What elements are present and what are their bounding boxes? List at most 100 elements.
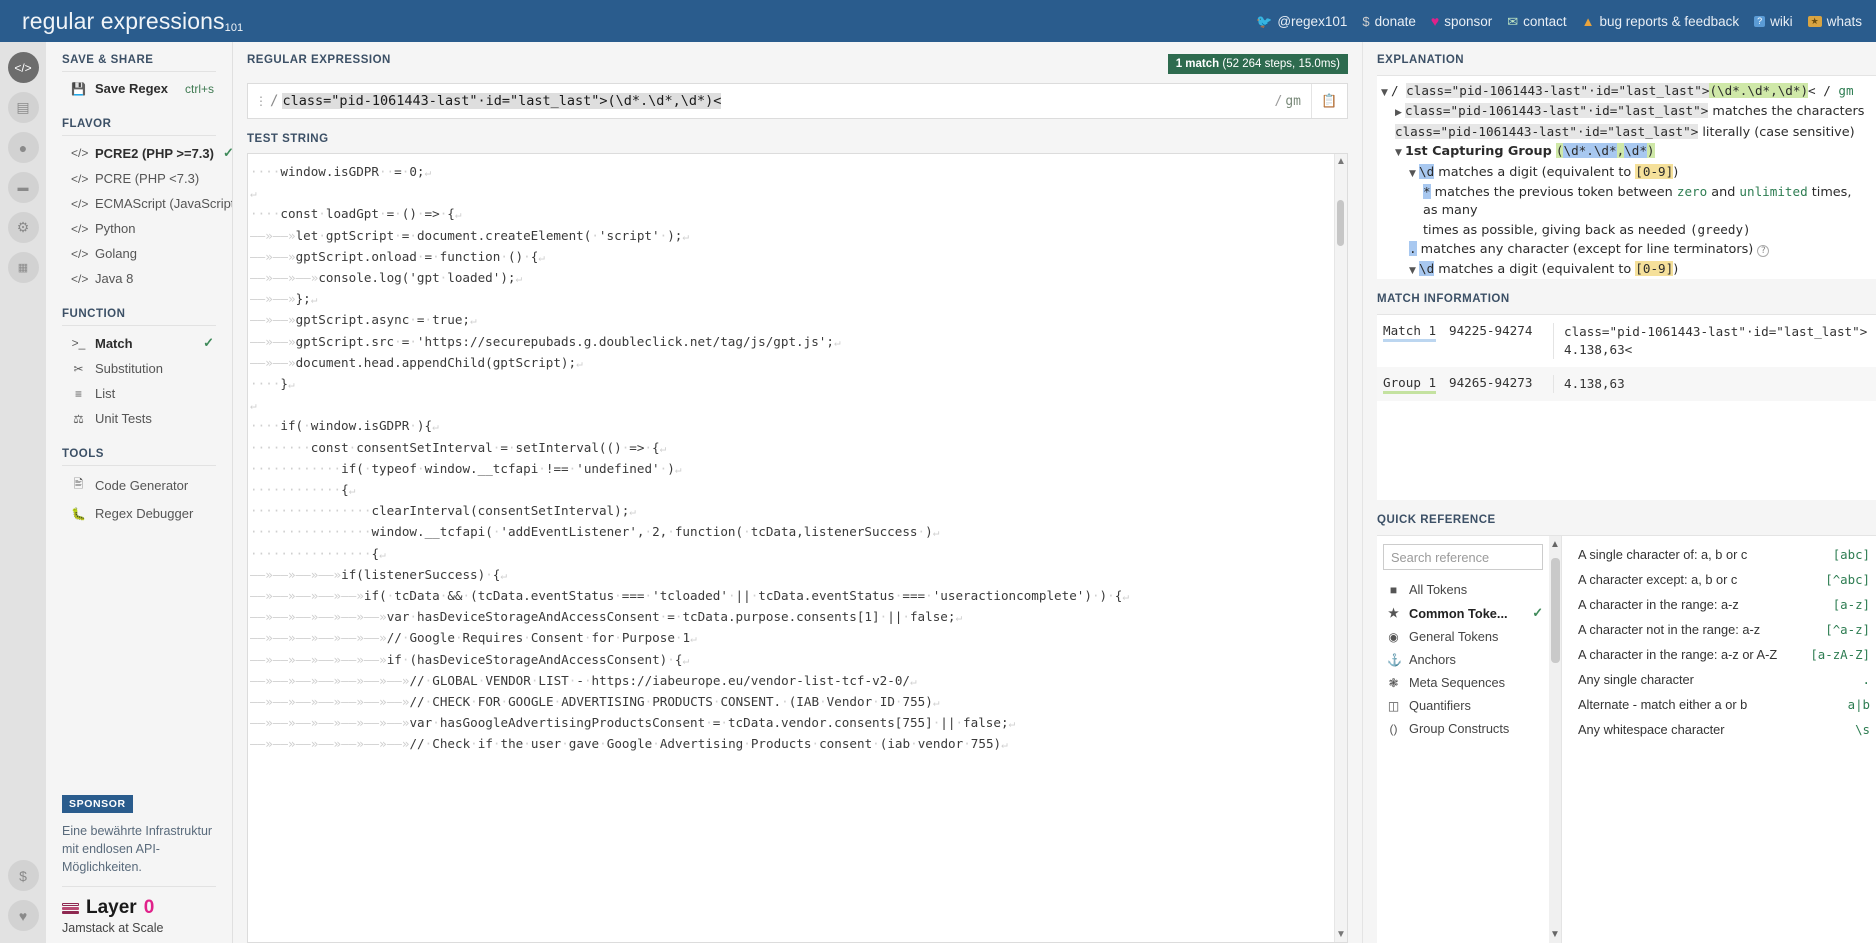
sponsor-logo[interactable]: Layer0: [62, 897, 216, 919]
regex-input-box[interactable]: ⋮ / class="pid-1061443-last"·id="last_la…: [247, 83, 1348, 119]
match-row-tag: Match 1: [1377, 323, 1449, 338]
code-line: ——»——»document.head.appendChild(gptScrip…: [250, 353, 1324, 374]
nav-whatsnew[interactable]: ★whats: [1808, 14, 1862, 29]
list-item[interactable]: A character not in the range: a-z[^a-z]: [1562, 617, 1876, 642]
scroll-down-icon[interactable]: ▼: [1336, 929, 1346, 940]
explanation-root-line: ▼/ class="pid-1061443-last"·id="last_las…: [1381, 82, 1868, 102]
explanation-digit-line-1: ▼\d matches a digit (equivalent to [0-9]…: [1381, 163, 1868, 183]
game-icon[interactable]: ▬: [8, 172, 39, 203]
code-icon: </>: [71, 172, 86, 186]
match-information-content[interactable]: Match 1 94225-94274 class="pid-1061443-l…: [1377, 314, 1876, 500]
qr-category-common-tokens[interactable]: ★Common Toke...✓: [1377, 601, 1549, 625]
nav-donate[interactable]: $donate: [1362, 14, 1416, 29]
drag-handle-icon[interactable]: ⋮: [248, 84, 270, 118]
nav-links: 🐦@regex101 $donate ♥sponsor ✉contact ▲bu…: [1256, 14, 1862, 29]
scroll-down-icon[interactable]: ▼: [1550, 929, 1560, 940]
nav-contact[interactable]: ✉contact: [1507, 14, 1566, 29]
copy-icon[interactable]: 📋: [1311, 84, 1347, 118]
qr-entry-token: a|b: [1848, 697, 1870, 712]
table-row[interactable]: Group 1 94265-94273 4.138,63: [1377, 367, 1876, 401]
flavor-golang[interactable]: </> Golang: [62, 241, 216, 266]
scroll-up-icon[interactable]: ▲: [1550, 539, 1560, 550]
test-string-scrollbar[interactable]: ▲ ▼: [1334, 154, 1347, 942]
anchor-icon: ⚓: [1387, 653, 1400, 667]
nav-twitter[interactable]: 🐦@regex101: [1256, 14, 1347, 29]
chevron-down-icon[interactable]: ▼: [1395, 144, 1405, 162]
regex-flags[interactable]: / gm: [1265, 84, 1311, 118]
nav-wiki-label: wiki: [1770, 14, 1793, 29]
chevron-down-icon[interactable]: ▼: [1409, 262, 1419, 279]
list-item[interactable]: A single character of: a, b or c[abc]: [1562, 542, 1876, 567]
bug-icon: 🐛: [71, 507, 86, 521]
code-icon[interactable]: </>: [8, 52, 39, 83]
search-input[interactable]: [1383, 544, 1543, 570]
help-icon[interactable]: ?: [1757, 245, 1769, 257]
settings-icon[interactable]: ⚙: [8, 212, 39, 243]
regex-input[interactable]: class="pid-1061443-last"·id="last_last">…: [282, 84, 1264, 118]
function-list[interactable]: ≡ List: [62, 381, 216, 406]
qr-category-general-tokens[interactable]: ◉General Tokens: [1377, 625, 1549, 648]
match-1-label: Match 1: [1383, 323, 1436, 342]
save-share-heading: SAVE & SHARE: [62, 54, 216, 72]
site-logo[interactable]: regular expressions101: [22, 8, 243, 35]
test-string-box[interactable]: ····window.isGDPR··=·0;↵↵····const·loadG…: [247, 153, 1348, 943]
function-unit-tests[interactable]: ⚖ Unit Tests: [62, 406, 216, 431]
chevron-down-icon[interactable]: ▼: [1381, 84, 1391, 102]
flavor-python[interactable]: </> Python: [62, 216, 216, 241]
qr-category-group-constructs[interactable]: ()Group Constructs: [1377, 717, 1549, 740]
scroll-up-icon[interactable]: ▲: [1336, 156, 1346, 167]
flavor-pcre2[interactable]: </> PCRE2 (PHP >=7.3) ✓: [62, 140, 216, 166]
chevron-down-icon[interactable]: ▼: [1409, 165, 1419, 183]
nav-sponsor[interactable]: ♥sponsor: [1431, 14, 1492, 29]
tool-code-generator[interactable]: 🖹 Code Generator: [62, 470, 216, 501]
qr-category-meta-sequences[interactable]: ❃Meta Sequences: [1377, 671, 1549, 694]
nav-wiki[interactable]: ?wiki: [1754, 14, 1793, 29]
account-icon[interactable]: ●: [8, 132, 39, 163]
list-item[interactable]: A character in the range: a-z or A-Z[a-z…: [1562, 642, 1876, 667]
nav-twitter-label: @regex101: [1277, 14, 1347, 29]
table-row[interactable]: Match 1 94225-94274 class="pid-1061443-l…: [1377, 315, 1876, 367]
qr-entry-token: .: [1863, 672, 1870, 687]
code-line: ——»——»——»——»——»if(·tcData·&&·(tcData.eve…: [250, 586, 1324, 607]
list-item[interactable]: A character in the range: a-z[a-z]: [1562, 592, 1876, 617]
list-item[interactable]: Any single character.: [1562, 667, 1876, 692]
qr-entry-token: [a-z]: [1833, 597, 1870, 612]
scrollbar-thumb[interactable]: [1551, 558, 1560, 663]
flavor-ecmascript[interactable]: </> ECMAScript (JavaScript): [62, 191, 216, 216]
function-substitution[interactable]: ✂ Substitution: [62, 356, 216, 381]
donate-icon[interactable]: $: [8, 860, 39, 891]
flavor-pcre[interactable]: </> PCRE (PHP <7.3): [62, 166, 216, 191]
list-icon: ≡: [71, 387, 86, 401]
qr-category-anchors[interactable]: ⚓Anchors: [1377, 648, 1549, 671]
library-icon[interactable]: ▤: [8, 92, 39, 123]
list-item[interactable]: Any whitespace character\s: [1562, 717, 1876, 742]
list-item[interactable]: Alternate - match either a or ba|b: [1562, 692, 1876, 717]
nav-bug-reports[interactable]: ▲bug reports & feedback: [1582, 14, 1739, 29]
list-item[interactable]: A character except: a, b or c[^abc]: [1562, 567, 1876, 592]
code-line: ········const·consentSetInterval·=·setIn…: [250, 438, 1324, 459]
qr-category-all-tokens[interactable]: ■All Tokens: [1377, 578, 1549, 601]
flavor-pcre-label: PCRE (PHP <7.3): [95, 171, 214, 186]
layers-icon: [62, 903, 79, 914]
document-code-icon: 🖹: [71, 475, 86, 496]
code-icon: </>: [71, 222, 86, 236]
function-match[interactable]: >_ Match ✓: [62, 330, 216, 356]
chat-icon[interactable]: ▦: [8, 252, 39, 283]
flavor-java8[interactable]: </> Java 8: [62, 266, 216, 291]
sponsor-heart-icon[interactable]: ♥: [8, 900, 39, 931]
code-line: ················{↵: [250, 544, 1324, 565]
test-string-editor[interactable]: ····window.isGDPR··=·0;↵↵····const·loadG…: [248, 154, 1334, 942]
match-count-badge[interactable]: 1 match (52 264 steps, 15.0ms): [1168, 54, 1348, 74]
code-line: ——»——»gptScript.onload·=·function·()·{↵: [250, 247, 1324, 268]
qr-category-quantifiers[interactable]: ◫Quantifiers: [1377, 694, 1549, 717]
code-icon: </>: [71, 272, 86, 286]
save-regex-button[interactable]: 💾 Save Regex ctrl+s: [62, 76, 216, 101]
check-icon: ✓: [1532, 605, 1543, 621]
explanation-group-close: ): [1647, 143, 1655, 158]
qr-entry-description: A character in the range: a-z or A-Z: [1578, 647, 1777, 662]
scrollbar-thumb[interactable]: [1337, 200, 1344, 246]
explanation-content[interactable]: ▼/ class="pid-1061443-last"·id="last_las…: [1377, 75, 1876, 279]
tool-regex-debugger[interactable]: 🐛 Regex Debugger: [62, 501, 216, 526]
quick-reference-scrollbar[interactable]: ▲ ▼: [1549, 536, 1562, 943]
chevron-right-icon[interactable]: ▶: [1395, 104, 1405, 122]
